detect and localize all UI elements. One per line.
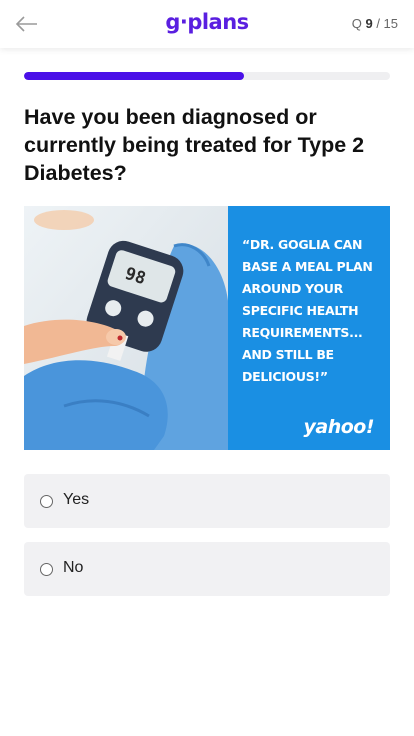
question-prefix: Q (351, 16, 362, 31)
radio-yes[interactable] (40, 495, 53, 508)
option-no-label: No (63, 559, 84, 576)
option-no[interactable]: No (24, 542, 390, 596)
option-yes-label: Yes (63, 491, 90, 508)
option-yes[interactable]: Yes (24, 474, 390, 528)
question-current: 9 (365, 16, 373, 31)
question-total: / 15 (376, 16, 398, 31)
glucose-meter-photo: 98 (24, 206, 234, 450)
testimonial-quote: “DR. GOGLIA CAN BASE A MEAL PLAN AROUND … (242, 237, 373, 384)
question-counter: Q 9 / 15 (352, 16, 398, 31)
top-bar: g·plans Q 9 / 15 (0, 0, 414, 48)
progress-fill (24, 72, 244, 80)
yahoo-logo: yahoo! (303, 416, 374, 438)
quote-panel: “DR. GOGLIA CAN BASE A MEAL PLAN AROUND … (228, 206, 390, 450)
testimonial-banner: 98 “DR. GOGLIA CAN BASE A MEAL PLAN AROU… (24, 206, 390, 450)
radio-no[interactable] (40, 563, 53, 576)
progress-bar (24, 72, 390, 80)
question-title: Have you been diagnosed or currently bei… (24, 105, 365, 185)
